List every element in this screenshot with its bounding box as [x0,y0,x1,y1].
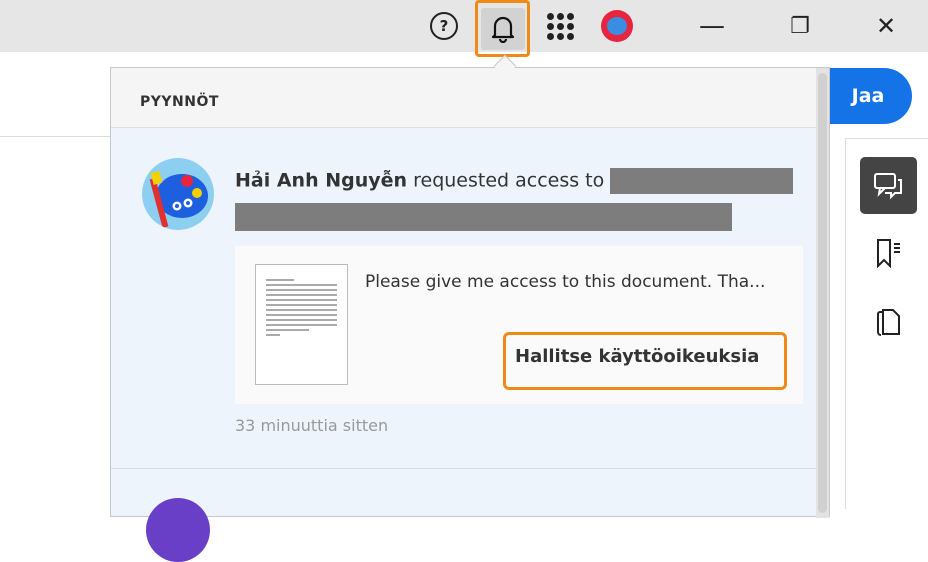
comments-icon [873,172,902,199]
bell-icon [480,7,525,50]
requester-name: Hải Anh Nguyễn [235,169,408,192]
redacted-filename [235,203,732,231]
right-sidebar [845,138,928,509]
requester-avatar [142,158,214,230]
scrollbar-thumb[interactable] [818,73,827,513]
bookmarks-button[interactable] [860,225,917,282]
copy-pages-icon [876,308,900,336]
share-button[interactable]: Jaa [830,68,912,124]
timestamp: 33 minuuttia sitten [235,416,389,435]
request-card: Please give me access to this document. … [235,246,803,404]
restore-button[interactable]: ❐ [780,8,820,44]
notification-title: Hải Anh Nguyễn requested access to [235,168,794,194]
requester-avatar [146,498,210,562]
title-bar: ? — ❐ ✕ [0,0,928,57]
comments-button[interactable] [860,157,917,214]
divider [0,136,110,137]
divider [111,468,816,469]
scrollbar[interactable] [816,68,829,518]
user-avatar[interactable] [601,10,633,42]
section-header: PYYNNÖT [111,68,829,128]
request-message: Please give me access to this document. … [365,272,766,292]
redacted-filename [610,168,794,194]
manage-access-button[interactable]: Hallitse käyttöoikeuksia [503,332,787,390]
pages-button[interactable] [860,293,917,350]
minimize-button[interactable]: — [692,8,732,44]
close-button[interactable]: ✕ [866,8,906,44]
bookmark-icon [876,238,900,268]
document-thumbnail[interactable] [255,264,348,385]
apps-grid-icon[interactable] [546,12,574,40]
help-icon[interactable]: ? [430,12,458,40]
notifications-panel: PYYNNÖT Hải Anh Nguyễn requested access … [110,67,830,562]
notifications-button[interactable] [475,0,530,57]
action-text: requested access to [413,169,605,192]
